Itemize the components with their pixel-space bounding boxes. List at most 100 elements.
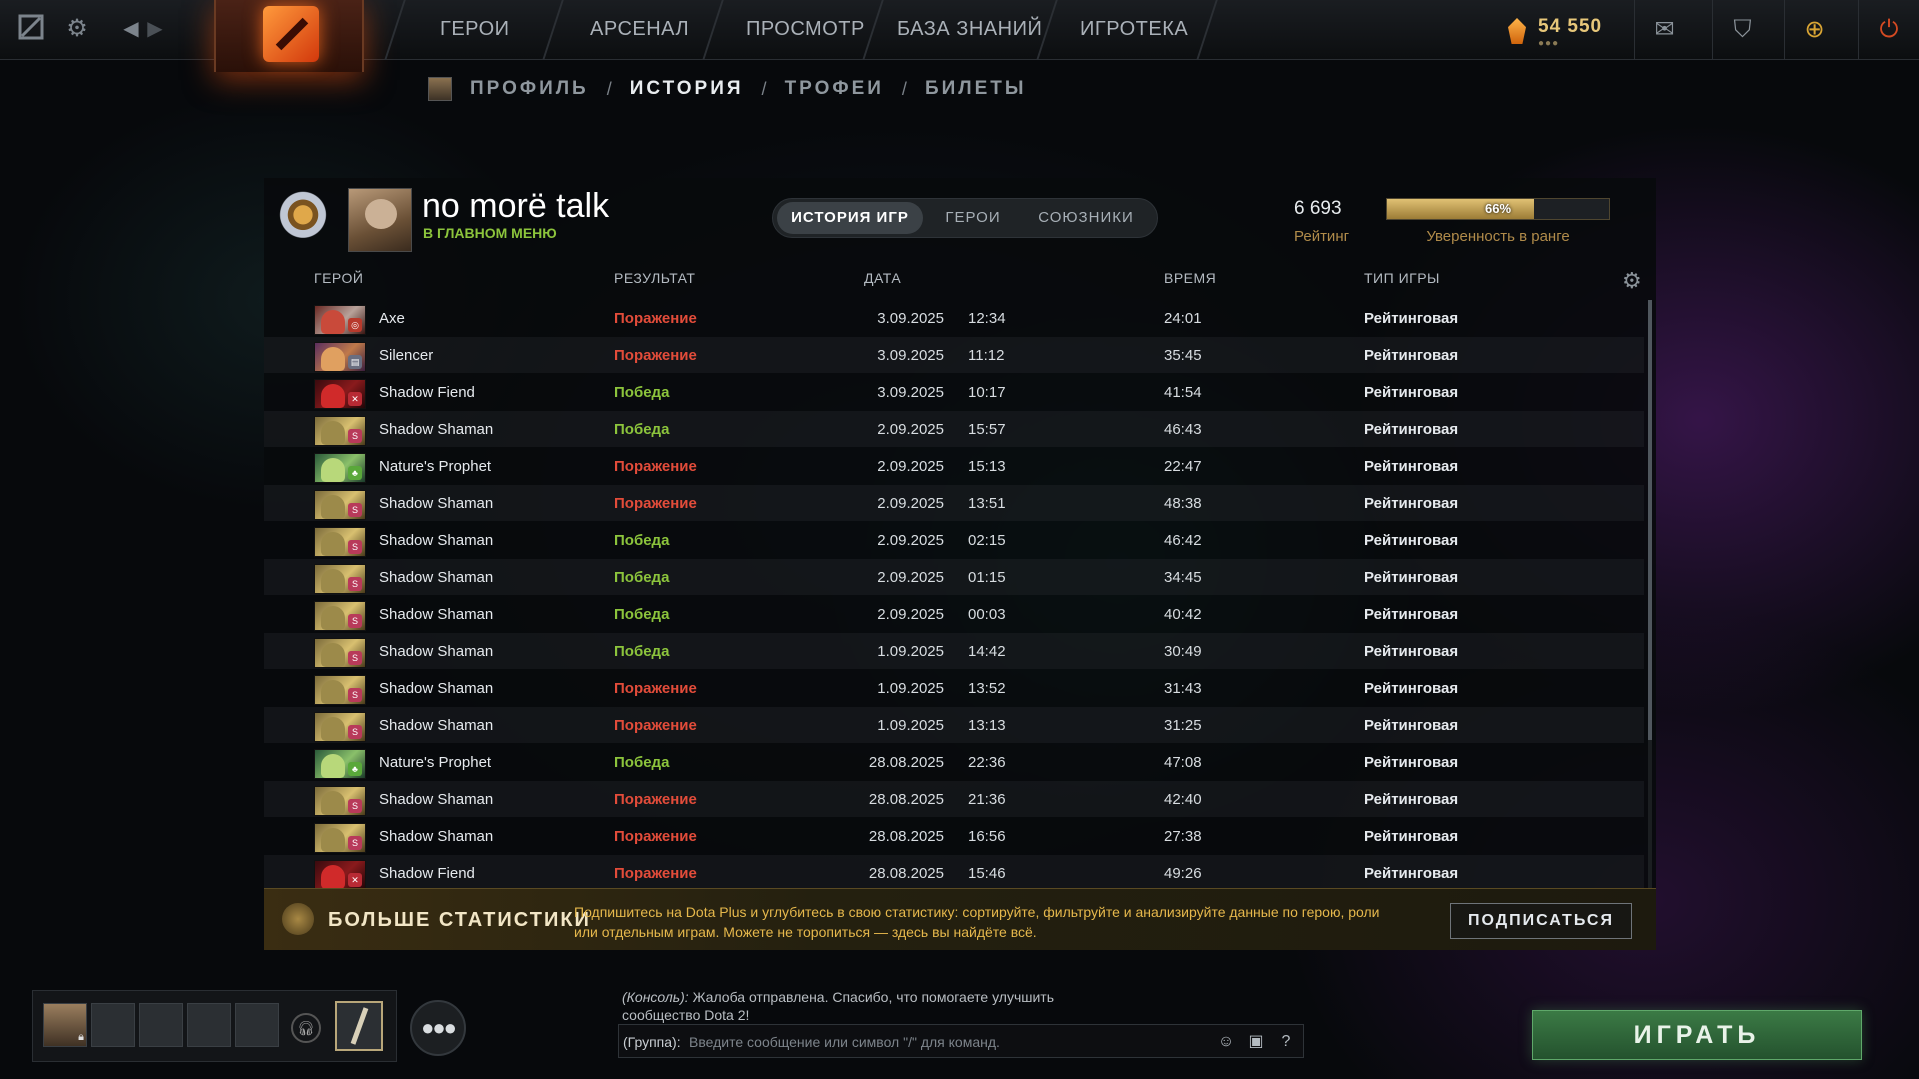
table-row[interactable]: ♣ Nature's Prophet Победа 28.08.2025 22:36 47… bbox=[264, 744, 1644, 780]
column-header-result[interactable]: РЕЗУЛЬТАТ bbox=[614, 270, 695, 286]
game-type: Рейтинговая bbox=[1364, 347, 1459, 364]
role-icon: S bbox=[348, 577, 362, 591]
battle-pass-button[interactable] bbox=[335, 1001, 383, 1051]
table-row[interactable]: S Shadow Shaman Победа 2.09.2025 15:57 46:43 Р… bbox=[264, 411, 1644, 447]
scrollbar[interactable] bbox=[1648, 300, 1652, 930]
game-type: Рейтинговая bbox=[1364, 384, 1459, 401]
game-type: Рейтинговая bbox=[1364, 495, 1459, 512]
match-start-time: 10:17 bbox=[968, 384, 1006, 401]
dota-plus-button[interactable]: ⊕ bbox=[1784, 0, 1844, 60]
match-result: Поражение bbox=[614, 347, 697, 364]
profile-avatar-small[interactable] bbox=[428, 77, 452, 101]
match-start-time: 13:51 bbox=[968, 495, 1006, 512]
tab-heroes[interactable]: ГЕРОИ bbox=[933, 199, 1013, 237]
play-button[interactable]: ИГРАТЬ bbox=[1532, 1010, 1862, 1060]
match-date: 2.09.2025 bbox=[877, 421, 944, 438]
column-header-duration[interactable]: ВРЕМЯ bbox=[1164, 270, 1216, 286]
match-result: Поражение bbox=[614, 828, 697, 845]
party-slot-empty[interactable] bbox=[91, 1003, 135, 1047]
settings-gear-icon[interactable]: ⚙ bbox=[1622, 268, 1642, 294]
chat-log: (Консоль): Жалоба отправлена. Спасибо, ч… bbox=[622, 988, 1102, 1024]
dota-logo-button[interactable] bbox=[214, 0, 364, 72]
chat-bar: (Группа): ☺ ▣ ? bbox=[618, 1024, 1304, 1058]
forward-arrow-icon[interactable]: ▶ bbox=[140, 14, 170, 44]
table-row[interactable]: ◎ Axe Поражение 3.09.2025 12:34 24:01 Рейтинго… bbox=[264, 300, 1644, 336]
match-date: 2.09.2025 bbox=[877, 532, 944, 549]
subscribe-button[interactable]: ПОДПИСАТЬСЯ bbox=[1450, 903, 1632, 939]
tab-allies[interactable]: СОЮЗНИКИ bbox=[1023, 199, 1149, 237]
armory-button[interactable]: ⛉ bbox=[1712, 0, 1772, 60]
match-start-time: 13:52 bbox=[968, 680, 1006, 697]
table-row[interactable]: S Shadow Shaman Поражение 2.09.2025 13:51 48:… bbox=[264, 485, 1644, 521]
match-duration: 31:25 bbox=[1164, 717, 1202, 734]
match-date: 1.09.2025 bbox=[877, 717, 944, 734]
table-row[interactable]: S Shadow Shaman Поражение 1.09.2025 13:13 31:… bbox=[264, 707, 1644, 743]
hero-portrait: S bbox=[314, 490, 366, 520]
voice-icon[interactable]: 🎧︎ bbox=[291, 1013, 321, 1043]
party-slot-empty[interactable] bbox=[187, 1003, 231, 1047]
match-start-time: 02:15 bbox=[968, 532, 1006, 549]
avatar[interactable] bbox=[348, 188, 412, 252]
match-duration: 22:47 bbox=[1164, 458, 1202, 475]
exit-button[interactable]: ⏻ bbox=[1858, 0, 1919, 60]
party-slot-self[interactable]: 🔒︎ bbox=[43, 1003, 87, 1047]
rank-medal-icon[interactable] bbox=[272, 186, 334, 250]
hero-portrait: S bbox=[314, 416, 366, 446]
breadcrumb-trophies[interactable]: ТРОФЕИ bbox=[785, 78, 884, 100]
tab-match-history[interactable]: ИСТОРИЯ ИГР bbox=[777, 202, 923, 234]
help-icon[interactable]: ? bbox=[1275, 1031, 1297, 1053]
player-name: no morë talk bbox=[422, 187, 610, 225]
column-header-hero[interactable]: ГЕРОЙ bbox=[314, 270, 363, 286]
dashboard-icon[interactable] bbox=[16, 14, 46, 44]
nav-heroes[interactable]: ГЕРОИ bbox=[440, 18, 510, 41]
game-type: Рейтинговая bbox=[1364, 680, 1459, 697]
match-result: Победа bbox=[614, 569, 670, 586]
party-slot-empty[interactable] bbox=[139, 1003, 183, 1047]
match-duration: 27:38 bbox=[1164, 828, 1202, 845]
match-result: Победа bbox=[614, 384, 670, 401]
hero-portrait: S bbox=[314, 712, 366, 742]
column-header-game-type[interactable]: ТИП ИГРЫ bbox=[1364, 270, 1440, 286]
hero-name: Shadow Shaman bbox=[379, 680, 494, 697]
match-date: 28.08.2025 bbox=[868, 754, 944, 771]
match-date: 2.09.2025 bbox=[877, 495, 944, 512]
match-date: 28.08.2025 bbox=[868, 828, 944, 845]
hero-portrait: S bbox=[314, 638, 366, 668]
table-row[interactable]: ♣ Nature's Prophet Поражение 2.09.2025 15:13… bbox=[264, 448, 1644, 484]
nav-watch[interactable]: ПРОСМОТР bbox=[746, 18, 865, 41]
party-slot-empty[interactable] bbox=[235, 1003, 279, 1047]
mail-button[interactable]: ✉ bbox=[1634, 0, 1694, 60]
table-row[interactable]: S Shadow Shaman Поражение 1.09.2025 13:52 31:… bbox=[264, 670, 1644, 706]
match-start-time: 13:13 bbox=[968, 717, 1006, 734]
column-header-date[interactable]: ДАТА bbox=[864, 270, 901, 286]
chat-channel[interactable]: (Группа): bbox=[623, 1034, 681, 1050]
role-icon: ✕ bbox=[348, 873, 362, 887]
table-row[interactable]: S Shadow Shaman Победа 2.09.2025 01:15 34:45 Р… bbox=[264, 559, 1644, 595]
table-row[interactable]: S Shadow Shaman Победа 2.09.2025 00:03 40:42 Р… bbox=[264, 596, 1644, 632]
breadcrumb-history[interactable]: ИСТОРИЯ bbox=[630, 78, 744, 100]
hero-portrait: S bbox=[314, 823, 366, 853]
table-row[interactable]: ✕ Shadow Fiend Победа 3.09.2025 10:17 41:54 Ре… bbox=[264, 374, 1644, 410]
screenshot-icon[interactable]: ▣ bbox=[1245, 1031, 1267, 1053]
breadcrumb-tickets[interactable]: БИЛЕТЫ bbox=[925, 78, 1027, 100]
table-row[interactable]: S Shadow Shaman Поражение 28.08.2025 21:36 42… bbox=[264, 781, 1644, 817]
promo-text: Подпишитесь на Dota Plus и углубитесь в … bbox=[574, 904, 1380, 940]
breadcrumb-profile[interactable]: ПРОФИЛЬ bbox=[470, 78, 589, 100]
table-row[interactable]: ✕ Shadow Fiend Поражение 28.08.2025 15:46 49:… bbox=[264, 855, 1644, 891]
scrollbar-thumb[interactable] bbox=[1648, 300, 1652, 740]
table-row[interactable]: S Shadow Shaman Победа 2.09.2025 02:15 46:42 Р… bbox=[264, 522, 1644, 558]
table-row[interactable]: S Shadow Shaman Победа 1.09.2025 14:42 30:49 Р… bbox=[264, 633, 1644, 669]
dota-plus-promo: БОЛЬШЕ СТАТИСТИКИ Подпишитесь на Dota Pl… bbox=[264, 888, 1656, 950]
chat-input[interactable] bbox=[689, 1031, 1189, 1053]
table-row[interactable]: S Shadow Shaman Поражение 28.08.2025 16:56 27… bbox=[264, 818, 1644, 854]
table-row[interactable]: ▤ Silencer Поражение 3.09.2025 11:12 35:45 Рей… bbox=[264, 337, 1644, 373]
nav-armory[interactable]: АРСЕНАЛ bbox=[590, 18, 689, 41]
settings-gear-icon[interactable]: ⚙ bbox=[62, 14, 92, 44]
match-date: 1.09.2025 bbox=[877, 643, 944, 660]
friends-icon[interactable]: ●●● bbox=[410, 1000, 466, 1056]
nav-arcade[interactable]: ИГРОТЕКА bbox=[1080, 18, 1188, 41]
nav-knowledge-base[interactable]: БАЗА ЗНАНИЙ bbox=[897, 18, 1042, 41]
emoji-icon[interactable]: ☺ bbox=[1215, 1031, 1237, 1053]
match-start-time: 15:13 bbox=[968, 458, 1006, 475]
role-icon: S bbox=[348, 540, 362, 554]
